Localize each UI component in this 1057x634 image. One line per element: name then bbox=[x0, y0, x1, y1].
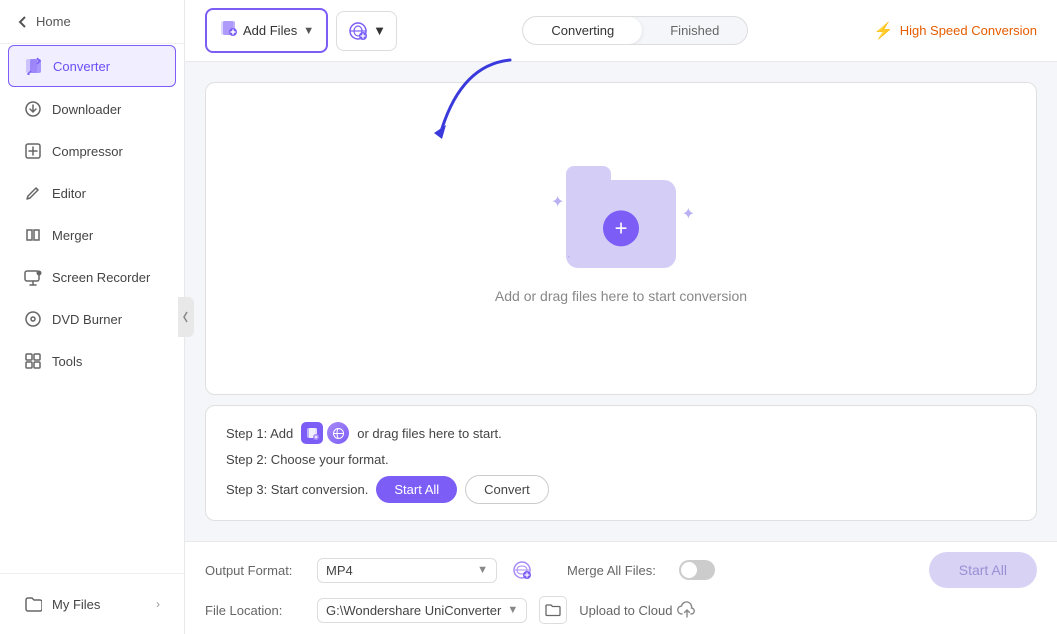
sidebar-item-compressor[interactable]: Compressor bbox=[8, 131, 176, 171]
output-format-label: Output Format: bbox=[205, 563, 305, 578]
screen-recorder-icon bbox=[24, 268, 42, 286]
tab-finished[interactable]: Finished bbox=[642, 17, 747, 44]
sidebar-collapse-handle[interactable] bbox=[178, 297, 194, 337]
cloud-upload-icon bbox=[677, 600, 697, 620]
file-location-arrow-icon: ▼ bbox=[507, 604, 518, 616]
editor-label: Editor bbox=[52, 186, 86, 201]
step-1-suffix: or drag files here to start. bbox=[357, 426, 502, 441]
convert-button-inline[interactable]: Convert bbox=[465, 475, 549, 504]
add-file-svg bbox=[219, 18, 239, 38]
add-file-button[interactable]: Add Files ▼ bbox=[205, 8, 328, 53]
step-3-row: Step 3: Start conversion. Start All Conv… bbox=[226, 475, 1016, 504]
my-files-chevron-icon: › bbox=[156, 597, 160, 611]
collapse-arrow-icon bbox=[182, 310, 190, 324]
file-location-select[interactable]: G:\Wondershare UniConverter ▼ bbox=[317, 598, 527, 623]
back-label: Home bbox=[36, 14, 71, 29]
tools-icon bbox=[24, 352, 42, 370]
sparkle-icon-3: · bbox=[566, 248, 571, 266]
folder-open-icon bbox=[545, 602, 561, 618]
step-2-row: Step 2: Choose your format. bbox=[226, 452, 1016, 467]
merger-label: Merger bbox=[52, 228, 93, 243]
merge-files-label: Merge All Files: bbox=[567, 563, 667, 578]
dropzone-text: Add or drag files here to start conversi… bbox=[495, 288, 747, 304]
main-content: Add Files ▼ ▼ Converting Finished bbox=[185, 0, 1057, 634]
content-area: + ✦ ✦ · Add or drag files here to start … bbox=[185, 62, 1057, 541]
downloader-icon bbox=[24, 100, 42, 118]
tab-converting[interactable]: Converting bbox=[523, 17, 642, 44]
add-file-dropdown-arrow: ▼ bbox=[303, 25, 314, 37]
compressor-icon bbox=[24, 142, 42, 160]
step-1-file-icon bbox=[301, 422, 323, 444]
topbar-left: Add Files ▼ ▼ bbox=[205, 8, 397, 53]
sidebar-item-tools[interactable]: Tools bbox=[8, 341, 176, 381]
add-url-icon bbox=[347, 20, 369, 42]
step-1-row: Step 1: Add bbox=[226, 422, 1016, 444]
high-speed-label: High Speed Conversion bbox=[900, 23, 1037, 38]
upload-cloud-label: Upload to Cloud bbox=[579, 603, 672, 618]
start-all-button-inline[interactable]: Start All bbox=[376, 476, 457, 503]
sidebar-item-screen-recorder[interactable]: Screen Recorder bbox=[8, 257, 176, 297]
step-2-label: Step 2: Choose your format. bbox=[226, 452, 389, 467]
steps-area: Step 1: Add bbox=[205, 405, 1037, 521]
sidebar: Home Converter Downloader bbox=[0, 0, 185, 634]
step-3-label: Step 3: Start conversion. bbox=[226, 482, 368, 497]
topbar: Add Files ▼ ▼ Converting Finished bbox=[185, 0, 1057, 62]
folder-bg: + bbox=[566, 180, 676, 268]
high-speed-conversion[interactable]: ⚡ High Speed Conversion bbox=[874, 21, 1037, 41]
sparkle-icon-2: ✦ bbox=[682, 204, 695, 224]
file-location-label: File Location: bbox=[205, 603, 305, 618]
lightning-icon: ⚡ bbox=[874, 21, 894, 41]
start-all-button[interactable]: Start All bbox=[929, 552, 1037, 588]
add-file-label: Add Files bbox=[243, 23, 297, 38]
merger-icon bbox=[24, 226, 42, 244]
step-1-label: Step 1: Add bbox=[226, 426, 293, 441]
file-location-folder-button[interactable] bbox=[539, 596, 567, 624]
dvd-burner-icon bbox=[24, 310, 42, 328]
editor-icon bbox=[24, 184, 42, 202]
output-format-select[interactable]: MP4 ▼ bbox=[317, 558, 497, 583]
sidebar-item-downloader[interactable]: Downloader bbox=[8, 89, 176, 129]
sidebar-item-editor[interactable]: Editor bbox=[8, 173, 176, 213]
step-1-globe-icon bbox=[327, 422, 349, 444]
output-format-extra-icon[interactable] bbox=[509, 557, 535, 583]
sidebar-bottom: My Files › bbox=[0, 573, 184, 634]
bottom-bar: Output Format: MP4 ▼ Merge All Files: St… bbox=[185, 541, 1057, 634]
converter-icon bbox=[25, 57, 43, 75]
back-button[interactable]: Home bbox=[0, 0, 184, 44]
sidebar-item-dvd-burner[interactable]: DVD Burner bbox=[8, 299, 176, 339]
add-url-dropdown-arrow: ▼ bbox=[373, 23, 386, 38]
step-1-icons bbox=[301, 422, 349, 444]
folder-icon-wrap: + ✦ ✦ · bbox=[561, 174, 681, 274]
sidebar-item-converter[interactable]: Converter bbox=[8, 45, 176, 87]
screen-recorder-label: Screen Recorder bbox=[52, 270, 150, 285]
dvd-burner-label: DVD Burner bbox=[52, 312, 122, 327]
converter-label: Converter bbox=[53, 59, 110, 74]
my-files-label: My Files bbox=[52, 597, 100, 612]
sidebar-item-my-files[interactable]: My Files › bbox=[8, 584, 176, 624]
my-files-icon bbox=[24, 595, 42, 613]
folder-plus-icon: + bbox=[603, 210, 639, 246]
tab-pills: Converting Finished bbox=[522, 16, 748, 45]
dropzone[interactable]: + ✦ ✦ · Add or drag files here to start … bbox=[205, 82, 1037, 395]
bottom-row-2: File Location: G:\Wondershare UniConvert… bbox=[205, 596, 1037, 624]
sidebar-item-merger[interactable]: Merger bbox=[8, 215, 176, 255]
merge-toggle[interactable] bbox=[679, 560, 715, 580]
compressor-label: Compressor bbox=[52, 144, 123, 159]
back-arrow-icon bbox=[16, 15, 30, 29]
output-format-arrow-icon: ▼ bbox=[477, 564, 488, 576]
output-format-value: MP4 bbox=[326, 563, 353, 578]
sparkle-icon-1: ✦ bbox=[551, 192, 564, 212]
add-file-icon bbox=[219, 18, 239, 43]
downloader-label: Downloader bbox=[52, 102, 121, 117]
file-location-value: G:\Wondershare UniConverter bbox=[326, 603, 501, 618]
bottom-row-1: Output Format: MP4 ▼ Merge All Files: St… bbox=[205, 552, 1037, 588]
add-url-button[interactable]: ▼ bbox=[336, 11, 397, 51]
upload-to-cloud-button[interactable]: Upload to Cloud bbox=[579, 600, 697, 620]
tools-label: Tools bbox=[52, 354, 82, 369]
